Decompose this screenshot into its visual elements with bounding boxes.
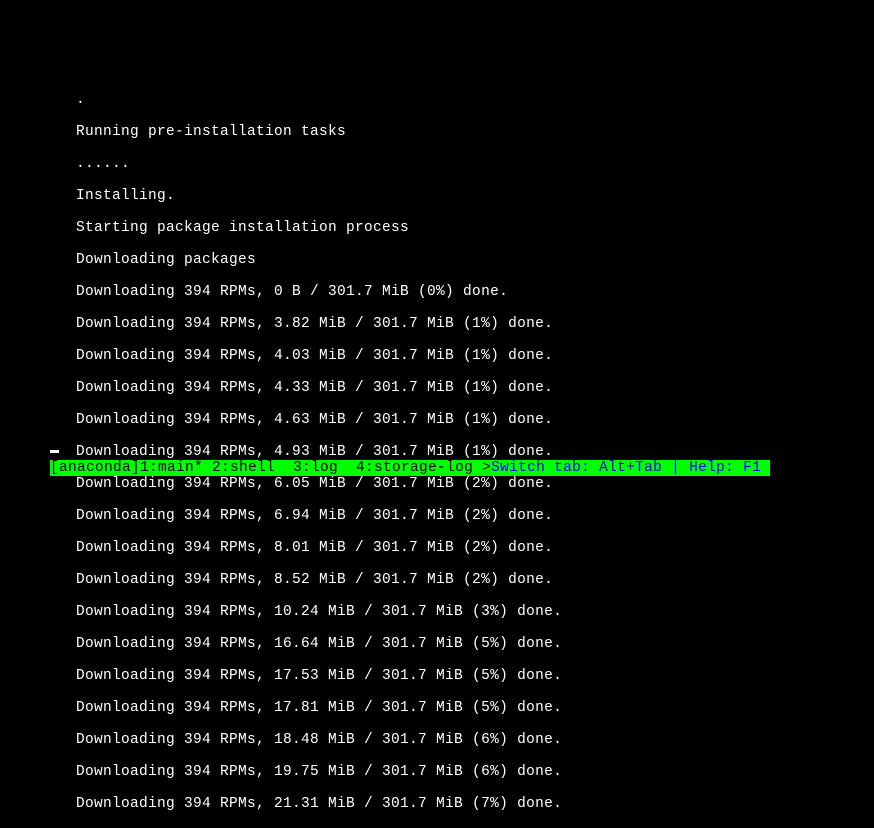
- terminal-cursor: [50, 450, 59, 453]
- output-line: Downloading 394 RPMs, 6.05 MiB / 301.7 M…: [76, 476, 874, 492]
- output-line: .: [76, 92, 874, 108]
- status-help: Switch tab: Alt+Tab | Help: F1: [491, 460, 770, 476]
- tmux-status-bar[interactable]: [anaconda]1:main* 2:shell 3:log 4:storag…: [50, 460, 770, 476]
- status-tabs[interactable]: [anaconda]1:main* 2:shell 3:log 4:storag…: [50, 460, 491, 476]
- output-line: Downloading 394 RPMs, 10.24 MiB / 301.7 …: [76, 604, 874, 620]
- output-line: Downloading 394 RPMs, 4.93 MiB / 301.7 M…: [76, 444, 874, 460]
- output-line: Installing.: [76, 188, 874, 204]
- output-line: Downloading 394 RPMs, 3.82 MiB / 301.7 M…: [76, 316, 874, 332]
- output-line: Running pre-installation tasks: [76, 124, 874, 140]
- output-line: Downloading 394 RPMs, 4.63 MiB / 301.7 M…: [76, 412, 874, 428]
- output-line: Downloading 394 RPMs, 19.75 MiB / 301.7 …: [76, 764, 874, 780]
- output-line: Downloading 394 RPMs, 17.81 MiB / 301.7 …: [76, 700, 874, 716]
- output-line: Downloading packages: [76, 252, 874, 268]
- output-line: Downloading 394 RPMs, 4.03 MiB / 301.7 M…: [76, 348, 874, 364]
- output-line: Downloading 394 RPMs, 18.48 MiB / 301.7 …: [76, 732, 874, 748]
- output-line: Downloading 394 RPMs, 8.52 MiB / 301.7 M…: [76, 572, 874, 588]
- output-line: Downloading 394 RPMs, 8.01 MiB / 301.7 M…: [76, 540, 874, 556]
- output-line: Downloading 394 RPMs, 6.94 MiB / 301.7 M…: [76, 508, 874, 524]
- output-line: Starting package installation process: [76, 220, 874, 236]
- terminal-output: . Running pre-installation tasks ...... …: [0, 0, 874, 828]
- output-line: Downloading 394 RPMs, 0 B / 301.7 MiB (0…: [76, 284, 874, 300]
- output-line: Downloading 394 RPMs, 4.33 MiB / 301.7 M…: [76, 380, 874, 396]
- output-line: Downloading 394 RPMs, 16.64 MiB / 301.7 …: [76, 636, 874, 652]
- output-line: Downloading 394 RPMs, 21.31 MiB / 301.7 …: [76, 796, 874, 812]
- output-line: ......: [76, 156, 874, 172]
- output-line: Downloading 394 RPMs, 17.53 MiB / 301.7 …: [76, 668, 874, 684]
